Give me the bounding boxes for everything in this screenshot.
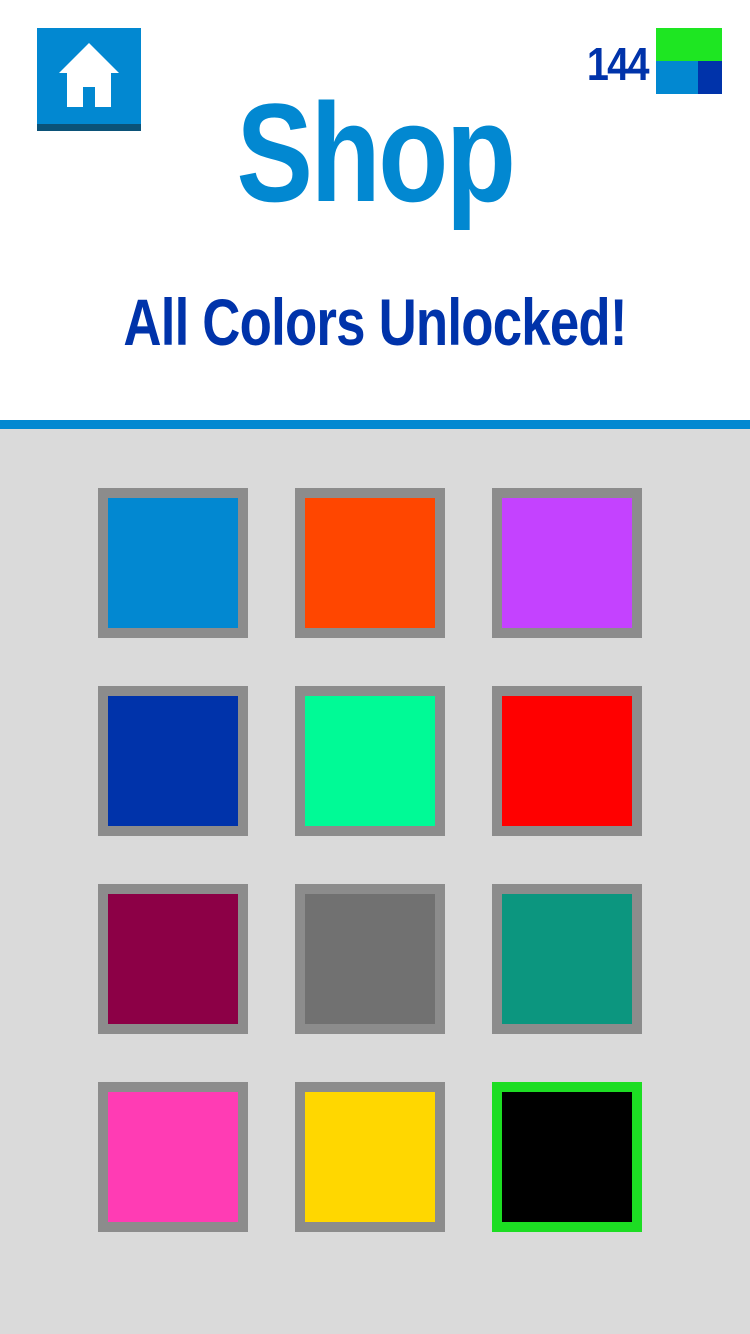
coin-icon-top (656, 28, 722, 61)
header: 144 Shop All Colors Unlocked! (0, 0, 750, 420)
coin-icon-bottom-right (698, 61, 722, 94)
color-swatch-gray[interactable] (295, 884, 445, 1034)
page-title: Shop (236, 74, 516, 231)
color-swatch-navy[interactable] (98, 686, 248, 836)
unlock-status: All Colors Unlocked! (123, 285, 627, 359)
color-swatch-mint[interactable] (295, 686, 445, 836)
color-swatch-pink[interactable] (98, 1082, 248, 1232)
color-swatch-maroon[interactable] (98, 884, 248, 1034)
color-swatch-red[interactable] (492, 686, 642, 836)
header-divider (0, 420, 750, 429)
color-swatch-yellow[interactable] (295, 1082, 445, 1232)
color-swatch-orange[interactable] (295, 488, 445, 638)
color-swatch-blue[interactable] (98, 488, 248, 638)
color-swatch-teal[interactable] (492, 884, 642, 1034)
color-grid (0, 429, 750, 1334)
color-swatch-purple[interactable] (492, 488, 642, 638)
color-swatch-black[interactable] (492, 1082, 642, 1232)
